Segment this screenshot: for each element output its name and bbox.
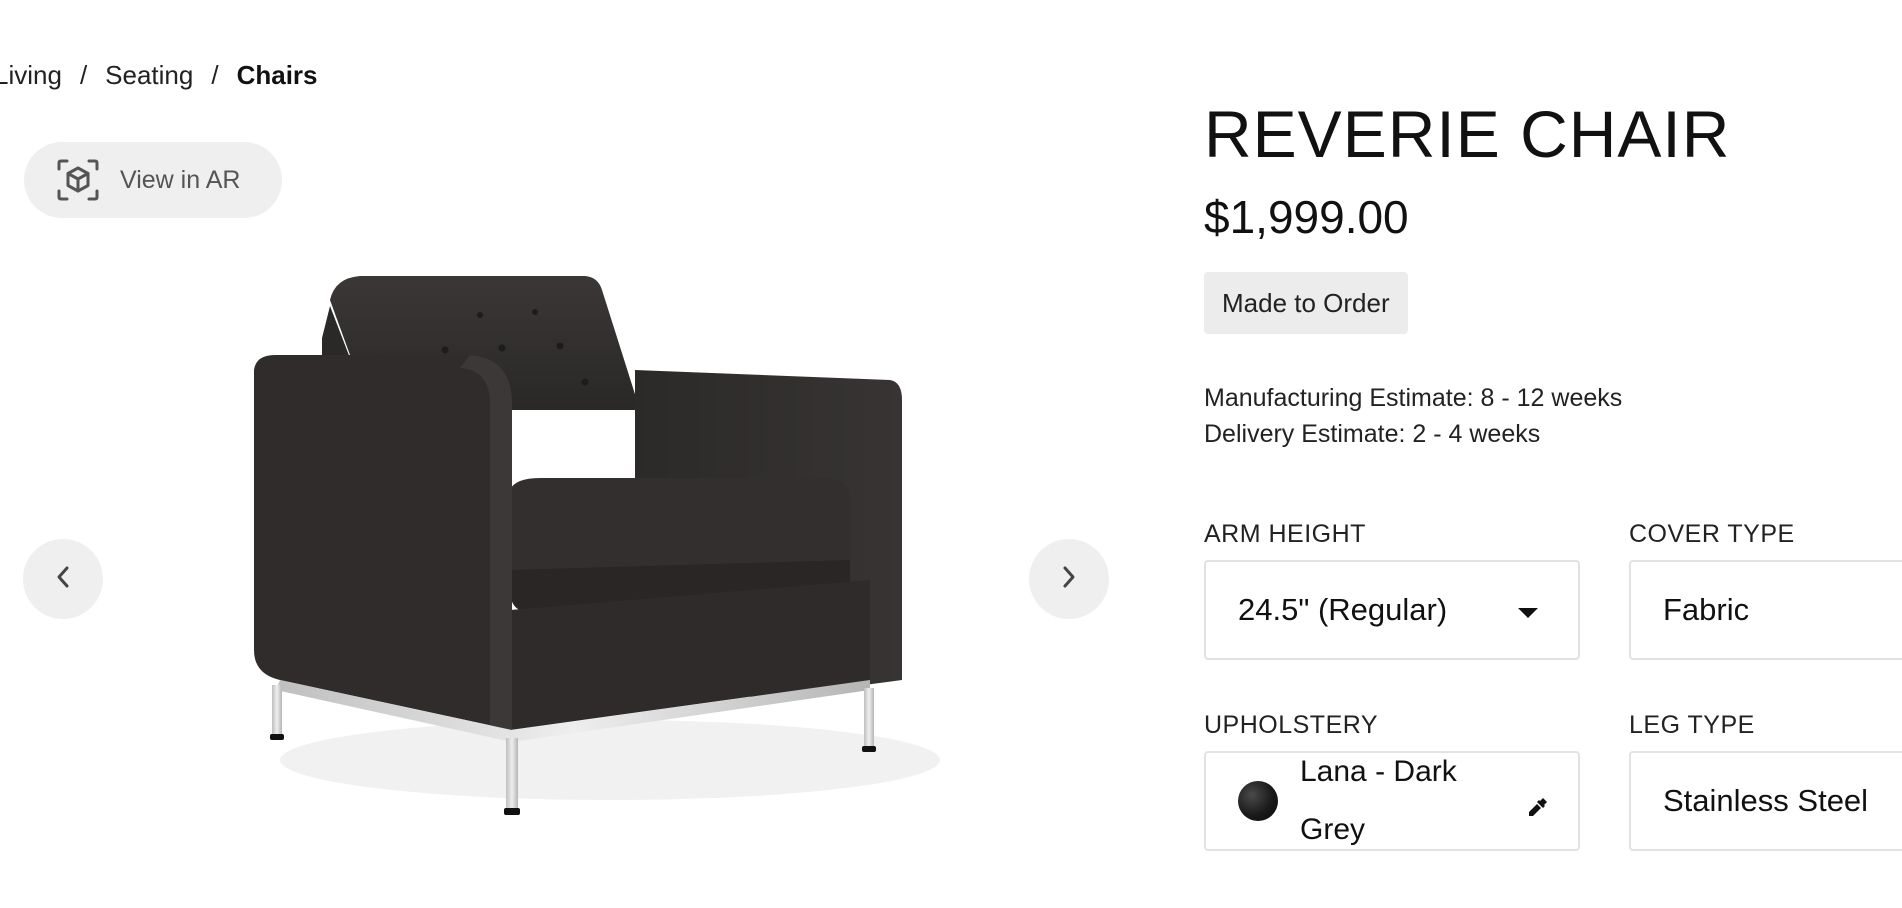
breadcrumb-separator: / [211, 60, 219, 90]
product-title: REVERIE CHAIR [1204, 97, 1731, 171]
cover-type-value: Fabric [1663, 592, 1750, 627]
cover-type-select[interactable]: Fabric [1629, 560, 1902, 660]
cover-type-label: COVER TYPE [1629, 520, 1795, 548]
gallery-next-button[interactable] [1029, 539, 1109, 619]
view-in-ar-button[interactable]: View in AR [24, 142, 282, 218]
ar-cube-icon [56, 158, 100, 202]
product-image [230, 260, 970, 840]
breadcrumb-item-seating[interactable]: Seating [105, 60, 193, 91]
breadcrumb-item-chairs: Chairs [236, 60, 318, 90]
leg-type-select[interactable]: Stainless Steel [1629, 751, 1902, 851]
caret-down-icon [1518, 608, 1538, 618]
leg-type-label: LEG TYPE [1629, 711, 1755, 739]
upholstery-swatch [1238, 781, 1278, 821]
eyedropper-icon[interactable] [1526, 791, 1550, 827]
made-to-order-badge: Made to Order [1204, 272, 1408, 334]
breadcrumb-item-living[interactable]: Living [0, 60, 62, 91]
upholstery-label: UPHOLSTERY [1204, 711, 1379, 739]
upholstery-select[interactable]: Lana - Dark Grey [1204, 751, 1580, 851]
manufacturing-estimate: Manufacturing Estimate: 8 - 12 weeks [1204, 384, 1623, 412]
delivery-estimate: Delivery Estimate: 2 - 4 weeks [1204, 420, 1541, 448]
estimates: Manufacturing Estimate: 8 - 12 weeks Del… [1204, 380, 1622, 452]
arm-height-select[interactable]: 24.5" (Regular) [1204, 560, 1580, 660]
breadcrumb: Living / Seating / Chairs [0, 60, 318, 91]
gallery-prev-button[interactable] [23, 539, 103, 619]
chevron-left-icon [53, 563, 73, 596]
arm-height-label: ARM HEIGHT [1204, 520, 1366, 548]
arm-height-value: 24.5" (Regular) [1238, 592, 1448, 627]
view-in-ar-label: View in AR [120, 165, 241, 194]
product-price: $1,999.00 [1204, 191, 1409, 243]
breadcrumb-separator: / [79, 60, 88, 90]
upholstery-value: Lana - Dark Grey [1300, 755, 1457, 846]
leg-type-value: Stainless Steel [1663, 783, 1869, 818]
chevron-right-icon [1059, 563, 1079, 596]
